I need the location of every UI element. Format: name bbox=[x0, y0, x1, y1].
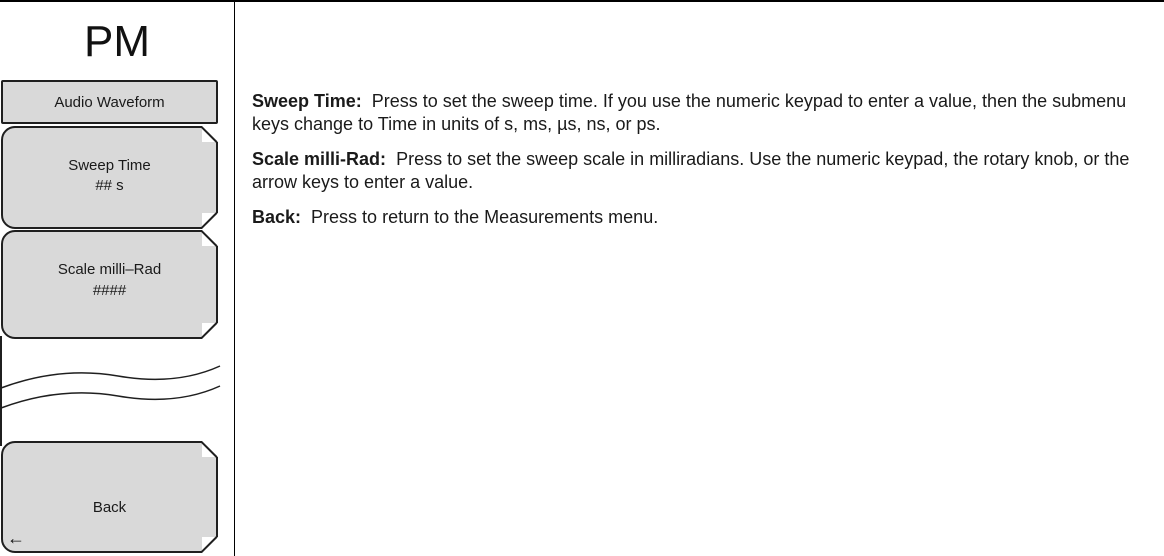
column-divider bbox=[234, 0, 235, 556]
key-corner bbox=[202, 213, 218, 229]
description-list: Sweep Time: Press to set the sweep time.… bbox=[252, 90, 1152, 241]
back-button[interactable]: Back ← bbox=[1, 441, 218, 553]
key-corner bbox=[202, 126, 218, 142]
description-term: Scale milli-Rad: bbox=[252, 149, 387, 169]
description-sweep-time: Sweep Time: Press to set the sweep time.… bbox=[252, 90, 1152, 136]
description-text: Press to return to the Measurements menu… bbox=[311, 207, 659, 227]
menu-title: PM bbox=[84, 17, 150, 66]
description-text: Press to set the sweep time. If you use … bbox=[252, 91, 1127, 134]
menu-header-label: Audio Waveform bbox=[54, 94, 165, 111]
sweep-time-button[interactable]: Sweep Time ## s bbox=[1, 126, 218, 229]
description-back: Back: Press to return to the Measurement… bbox=[252, 206, 1152, 229]
description-term: Sweep Time: bbox=[252, 91, 362, 111]
scale-milli-rad-label: Scale milli–Rad bbox=[57, 261, 162, 278]
scale-milli-rad-value: #### bbox=[92, 282, 127, 299]
description-scale-milli-rad: Scale milli-Rad: Press to set the sweep … bbox=[252, 148, 1152, 194]
key-corner bbox=[202, 537, 218, 553]
back-arrow-icon: ← bbox=[7, 528, 25, 548]
back-label: Back bbox=[92, 499, 127, 516]
menu-break-lines bbox=[0, 336, 221, 446]
sweep-time-value: ## s bbox=[95, 177, 124, 194]
menu-header-audio-waveform: Audio Waveform bbox=[1, 80, 218, 124]
description-term: Back: bbox=[252, 207, 302, 227]
scale-milli-rad-button[interactable]: Scale milli–Rad #### bbox=[1, 230, 218, 339]
key-corner bbox=[202, 230, 218, 246]
key-corner bbox=[202, 441, 218, 457]
top-rule bbox=[0, 0, 1164, 2]
sweep-time-label: Sweep Time bbox=[68, 157, 151, 174]
